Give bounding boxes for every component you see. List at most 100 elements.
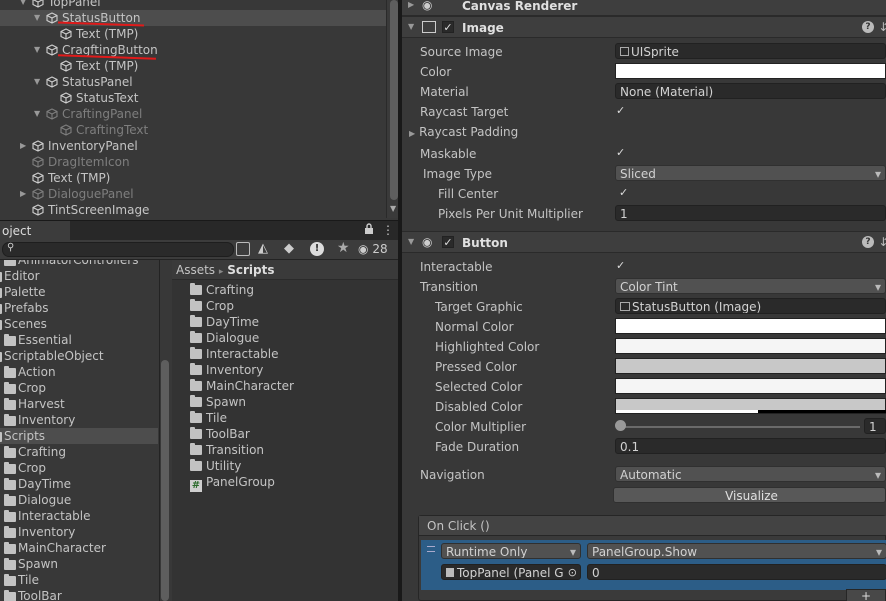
project-folder-item[interactable]: DayTime: [190, 314, 259, 330]
foldout-arrow-icon[interactable]: ▶: [408, 0, 414, 9]
folder-tree-item[interactable]: Crop: [0, 380, 158, 396]
disabled-color-swatch[interactable]: [615, 398, 886, 414]
hierarchy-scroll-thumb[interactable]: [390, 0, 398, 200]
on-click-entry[interactable]: Runtime Only PanelGroup.Show TopPanel (P…: [421, 540, 886, 590]
hierarchy-item[interactable]: StatusText: [0, 90, 386, 106]
object-picker-icon[interactable]: ⊙: [568, 565, 577, 579]
raycast-target-checkbox[interactable]: ✓: [616, 105, 628, 117]
tree-scroll-thumb[interactable]: [161, 360, 169, 601]
target-graphic-field[interactable]: StatusButton (Image): [615, 298, 886, 314]
fill-center-checkbox[interactable]: ✓: [619, 187, 631, 199]
foldout-arrow-icon[interactable]: ▼: [34, 10, 44, 26]
folder-tree-item[interactable]: Palette: [0, 284, 158, 300]
project-folder-item[interactable]: Crop: [190, 298, 234, 314]
visibility-count-badge[interactable]: ◉ 28: [358, 242, 388, 256]
image-component-header[interactable]: ▼ ✓ Image ? ⇵: [402, 16, 886, 38]
folder-tree-item[interactable]: Essential: [0, 332, 158, 348]
foldout-arrow-icon[interactable]: ▼: [408, 22, 414, 31]
project-tab[interactable]: oject: [0, 221, 70, 241]
hierarchy-item[interactable]: CraftingText: [0, 122, 386, 138]
foldout-arrow-icon[interactable]: ▼: [34, 74, 44, 90]
project-folder-item[interactable]: Crafting: [190, 282, 254, 298]
lock-icon[interactable]: [364, 223, 374, 238]
filter-type-icon[interactable]: ◭: [258, 241, 268, 256]
folder-tree-item[interactable]: Prefabs: [0, 300, 158, 316]
search-input[interactable]: ⚲: [2, 242, 234, 257]
button-enabled-checkbox[interactable]: ✓: [442, 236, 454, 249]
hierarchy-item[interactable]: ▼ TopPanel: [0, 0, 386, 10]
hierarchy-item[interactable]: TintScreenImage: [0, 202, 386, 218]
project-folder-item[interactable]: Tile: [190, 410, 227, 426]
selected-color-swatch[interactable]: [615, 378, 886, 394]
breadcrumb-assets[interactable]: Assets: [176, 263, 215, 277]
function-dropdown[interactable]: PanelGroup.Show: [587, 543, 886, 559]
folder-tree-item[interactable]: Tile: [0, 572, 158, 588]
component-settings-icon[interactable]: ⇵: [880, 20, 886, 34]
color-swatch[interactable]: [615, 63, 886, 79]
folder-tree-item[interactable]: ▼ScriptableObject: [0, 348, 158, 364]
argument-field[interactable]: 0: [587, 564, 886, 580]
runtime-dropdown[interactable]: Runtime Only: [441, 543, 581, 559]
foldout-arrow-icon[interactable]: ▶: [20, 138, 30, 154]
folder-tree-item[interactable]: Crafting: [0, 444, 158, 460]
warning-filter-icon[interactable]: !: [310, 242, 324, 256]
folder-tree-item[interactable]: Inventory: [0, 524, 158, 540]
image-type-dropdown[interactable]: Sliced: [615, 165, 886, 181]
visualize-button[interactable]: Visualize: [613, 487, 886, 503]
project-folder-item[interactable]: Transition: [190, 442, 264, 458]
folder-tree-item[interactable]: Spawn: [0, 556, 158, 572]
project-script-item[interactable]: # PanelGroup: [190, 474, 275, 492]
folder-tree-item[interactable]: DayTime: [0, 476, 158, 492]
foldout-arrow-icon[interactable]: ▼: [34, 106, 44, 122]
folder-tree-item[interactable]: Action: [0, 364, 158, 380]
breadcrumb-scripts[interactable]: Scripts: [227, 263, 274, 277]
folder-tree-item[interactable]: ToolBar: [0, 588, 158, 601]
navigation-dropdown[interactable]: Automatic: [615, 466, 886, 482]
image-enabled-checkbox[interactable]: ✓: [442, 21, 454, 34]
normal-color-swatch[interactable]: [615, 318, 886, 334]
hierarchy-item[interactable]: Text (TMP): [0, 26, 386, 42]
transition-dropdown[interactable]: Color Tint: [615, 278, 886, 294]
foldout-arrow-icon[interactable]: ▼: [408, 237, 414, 246]
hierarchy-item[interactable]: ▼ StatusPanel: [0, 74, 386, 90]
foldout-arrow-icon[interactable]: ▶: [20, 186, 30, 202]
foldout-arrow-icon[interactable]: ▼: [34, 42, 44, 58]
hierarchy-item[interactable]: ▼ CraftingPanel: [0, 106, 386, 122]
material-field[interactable]: None (Material): [615, 83, 886, 99]
interactable-checkbox[interactable]: ✓: [616, 260, 628, 272]
scene-search-icon[interactable]: [236, 242, 250, 256]
scroll-down-icon[interactable]: ▼: [390, 204, 396, 213]
color-multiplier-field[interactable]: 1: [864, 418, 886, 434]
kebab-menu-icon[interactable]: ⋮: [382, 223, 394, 237]
color-multiplier-slider-track[interactable]: [620, 426, 860, 428]
button-component-header[interactable]: ▼ ◉ ✓ Button ? ⇵: [402, 231, 886, 253]
project-folder-item[interactable]: Interactable: [190, 346, 279, 362]
raycast-padding-label[interactable]: ▶ Raycast Padding: [409, 124, 518, 140]
maskable-checkbox[interactable]: ✓: [616, 147, 628, 159]
hierarchy-item[interactable]: ▼ StatusButton: [0, 10, 386, 26]
filter-label-icon[interactable]: ◆: [284, 241, 294, 256]
highlighted-color-swatch[interactable]: [615, 338, 886, 354]
source-image-field[interactable]: UISprite: [615, 43, 886, 59]
hierarchy-item[interactable]: ▶ InventoryPanel: [0, 138, 386, 154]
ppu-field[interactable]: 1: [615, 205, 886, 221]
hierarchy-item[interactable]: Text (TMP): [0, 58, 386, 74]
folder-tree-item[interactable]: Dialogue: [0, 492, 158, 508]
component-settings-icon[interactable]: ⇵: [880, 235, 886, 249]
folder-tree-item[interactable]: Editor: [0, 268, 158, 284]
foldout-arrow-icon[interactable]: ▼: [20, 0, 30, 10]
project-folder-item[interactable]: MainCharacter: [190, 378, 294, 394]
folder-tree-item[interactable]: Inventory: [0, 412, 158, 428]
folder-tree-item[interactable]: ▼Scenes: [0, 316, 158, 332]
canvas-renderer-header[interactable]: ▶ ◉ Canvas Renderer: [402, 0, 886, 16]
folder-tree-item[interactable]: ▼Scripts: [0, 428, 158, 444]
help-icon[interactable]: ?: [862, 21, 874, 33]
folder-tree-item[interactable]: Interactable: [0, 508, 158, 524]
hierarchy-item[interactable]: Text (TMP): [0, 170, 386, 186]
project-folder-item[interactable]: Inventory: [190, 362, 263, 378]
pressed-color-swatch[interactable]: [615, 358, 886, 374]
fade-duration-field[interactable]: 0.1: [615, 438, 886, 454]
folder-tree-item[interactable]: Crop: [0, 460, 158, 476]
reorder-handle-icon[interactable]: [427, 546, 435, 552]
folder-tree-item[interactable]: Harvest: [0, 396, 158, 412]
